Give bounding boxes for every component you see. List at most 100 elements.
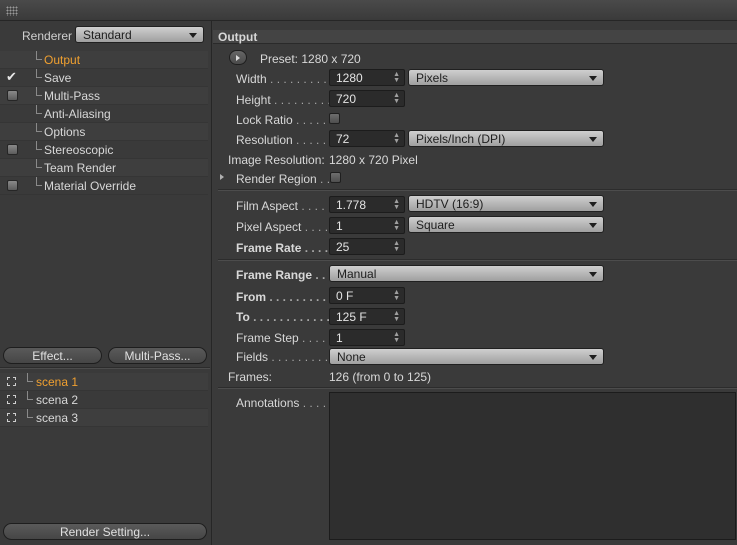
- tree-item-stereoscopic[interactable]: Stereoscopic: [0, 141, 208, 159]
- checkmark-icon[interactable]: ✔: [6, 69, 17, 85]
- fields-dropdown[interactable]: None: [329, 348, 604, 365]
- pixel-aspect-label: Pixel Aspect . . . .: [236, 220, 329, 234]
- tree-connector: [36, 159, 42, 168]
- width-field[interactable]: 1280 ▲ ▼: [329, 69, 405, 86]
- to-field[interactable]: 125 F ▲ ▼: [329, 308, 405, 325]
- tree-connector: [36, 69, 42, 78]
- resolution-unit-dropdown[interactable]: Pixels/Inch (DPI): [408, 130, 604, 147]
- tree-item-label: Multi-Pass: [44, 89, 101, 103]
- stepper-icon[interactable]: ▲ ▼: [393, 71, 400, 84]
- renderer-dropdown[interactable]: Standard: [75, 26, 204, 43]
- tree-connector: [36, 87, 42, 96]
- renderer-value: Standard: [83, 28, 132, 42]
- output-panel: Output Preset: 1280 x 720 Width . . . . …: [213, 21, 737, 545]
- tree-item-output[interactable]: Output: [0, 51, 208, 69]
- frame-rate-field[interactable]: 25 ▲ ▼: [329, 238, 405, 255]
- renderer-label: Renderer: [22, 29, 73, 43]
- tree-item-options[interactable]: Options: [0, 123, 208, 141]
- tree-connector: [27, 391, 33, 400]
- frames-label: Frames:: [228, 370, 273, 384]
- stepper-icon[interactable]: ▲ ▼: [393, 310, 400, 323]
- film-aspect-field[interactable]: 1.778 ▲ ▼: [329, 196, 405, 213]
- pixel-aspect-dropdown[interactable]: Square: [408, 216, 604, 233]
- expand-arrow-icon[interactable]: [220, 174, 224, 180]
- scene-item[interactable]: scena 3: [0, 409, 208, 427]
- tree-connector: [36, 51, 42, 60]
- scene-icon: [7, 395, 16, 404]
- from-field[interactable]: 0 F ▲ ▼: [329, 287, 405, 304]
- scene-list: scena 1 scena 2 scena 3: [0, 373, 208, 427]
- stepper-icon[interactable]: ▲ ▼: [393, 92, 400, 105]
- scene-item[interactable]: scena 2: [0, 391, 208, 409]
- tree-connector: [36, 123, 42, 132]
- multi-pass-checkbox[interactable]: [7, 90, 18, 101]
- tree-item-label: Options: [44, 125, 86, 139]
- frame-rate-label: Frame Rate . . . .: [236, 241, 329, 255]
- tree-item-label: Team Render: [44, 161, 117, 175]
- material-override-checkbox[interactable]: [7, 180, 18, 191]
- chevron-down-icon: [589, 202, 597, 207]
- lock-ratio-checkbox[interactable]: [329, 113, 340, 124]
- tree-connector: [36, 105, 42, 114]
- stepper-icon[interactable]: ▲ ▼: [393, 132, 400, 145]
- film-aspect-dropdown[interactable]: HDTV (16:9): [408, 195, 604, 212]
- settings-tree: Output ✔ Save Multi-Pass Anti-Aliasing O…: [0, 51, 208, 195]
- render-region-checkbox[interactable]: [330, 172, 341, 183]
- scene-label: scena 1: [36, 375, 79, 389]
- tree-item-label: Output: [44, 53, 81, 67]
- resolution-field[interactable]: 72 ▲ ▼: [329, 130, 405, 147]
- height-label: Height . . . . . . . . .: [236, 93, 331, 107]
- tree-connector: [27, 373, 33, 382]
- frame-step-label: Frame Step . . . . .: [236, 331, 333, 345]
- sidebar-divider: [0, 367, 210, 369]
- sidebar: Renderer Standard Output ✔ Save Multi-Pa…: [0, 21, 212, 545]
- grip-icon[interactable]: [6, 6, 18, 16]
- stepper-icon[interactable]: ▲ ▼: [393, 289, 400, 302]
- stepper-icon[interactable]: ▲ ▼: [393, 198, 400, 211]
- play-icon: [236, 55, 240, 61]
- stepper-icon[interactable]: ▲ ▼: [393, 240, 400, 253]
- tree-connector: [36, 177, 42, 186]
- pixel-aspect-field[interactable]: 1 ▲ ▼: [329, 217, 405, 234]
- lock-ratio-label: Lock Ratio . . . . . .: [236, 113, 333, 127]
- annotations-label: Annotations . . . .: [236, 396, 327, 410]
- stereoscopic-checkbox[interactable]: [7, 144, 18, 155]
- tree-item-team-render[interactable]: Team Render: [0, 159, 208, 177]
- stepper-icon[interactable]: ▲ ▼: [393, 219, 400, 232]
- chevron-down-icon: [589, 272, 597, 277]
- chevron-down-icon: [589, 76, 597, 81]
- section-divider: [218, 259, 737, 261]
- to-label: To . . . . . . . . . . . .: [236, 310, 330, 324]
- image-resolution-label: Image Resolution:: [228, 153, 325, 167]
- tree-item-material-override[interactable]: Material Override: [0, 177, 208, 195]
- section-divider: [218, 387, 737, 389]
- frames-value: 126 (from 0 to 125): [329, 370, 432, 384]
- annotations-textarea[interactable]: [329, 392, 736, 540]
- chevron-down-icon: [189, 33, 197, 38]
- renderer-row: Renderer Standard: [0, 25, 212, 47]
- section-divider: [218, 189, 737, 191]
- scene-label: scena 2: [36, 393, 79, 407]
- frame-range-label: Frame Range . .: [236, 268, 326, 282]
- resolution-label: Resolution . . . . . .: [236, 133, 333, 147]
- tree-connector: [27, 409, 33, 418]
- render-setting-button[interactable]: Render Setting...: [3, 523, 207, 540]
- tree-item-save[interactable]: ✔ Save: [0, 69, 208, 87]
- tree-item-multi-pass[interactable]: Multi-Pass: [0, 87, 208, 105]
- section-header: Output: [213, 30, 737, 44]
- tree-item-anti-aliasing[interactable]: Anti-Aliasing: [0, 105, 208, 123]
- frame-range-dropdown[interactable]: Manual: [329, 265, 604, 282]
- preset-button[interactable]: [229, 50, 247, 65]
- multi-pass-button[interactable]: Multi-Pass...: [108, 347, 207, 364]
- stepper-icon[interactable]: ▲ ▼: [393, 331, 400, 344]
- width-unit-dropdown[interactable]: Pixels: [408, 69, 604, 86]
- height-field[interactable]: 720 ▲ ▼: [329, 90, 405, 107]
- effect-button[interactable]: Effect...: [3, 347, 102, 364]
- render-region-label: Render Region . .: [236, 172, 331, 186]
- image-resolution-value: 1280 x 720 Pixel: [329, 153, 418, 167]
- tree-item-label: Save: [44, 71, 72, 85]
- scene-icon: [7, 413, 16, 422]
- scene-item[interactable]: scena 1: [0, 373, 208, 391]
- tree-item-label: Stereoscopic: [44, 143, 114, 157]
- frame-step-field[interactable]: 1 ▲ ▼: [329, 329, 405, 346]
